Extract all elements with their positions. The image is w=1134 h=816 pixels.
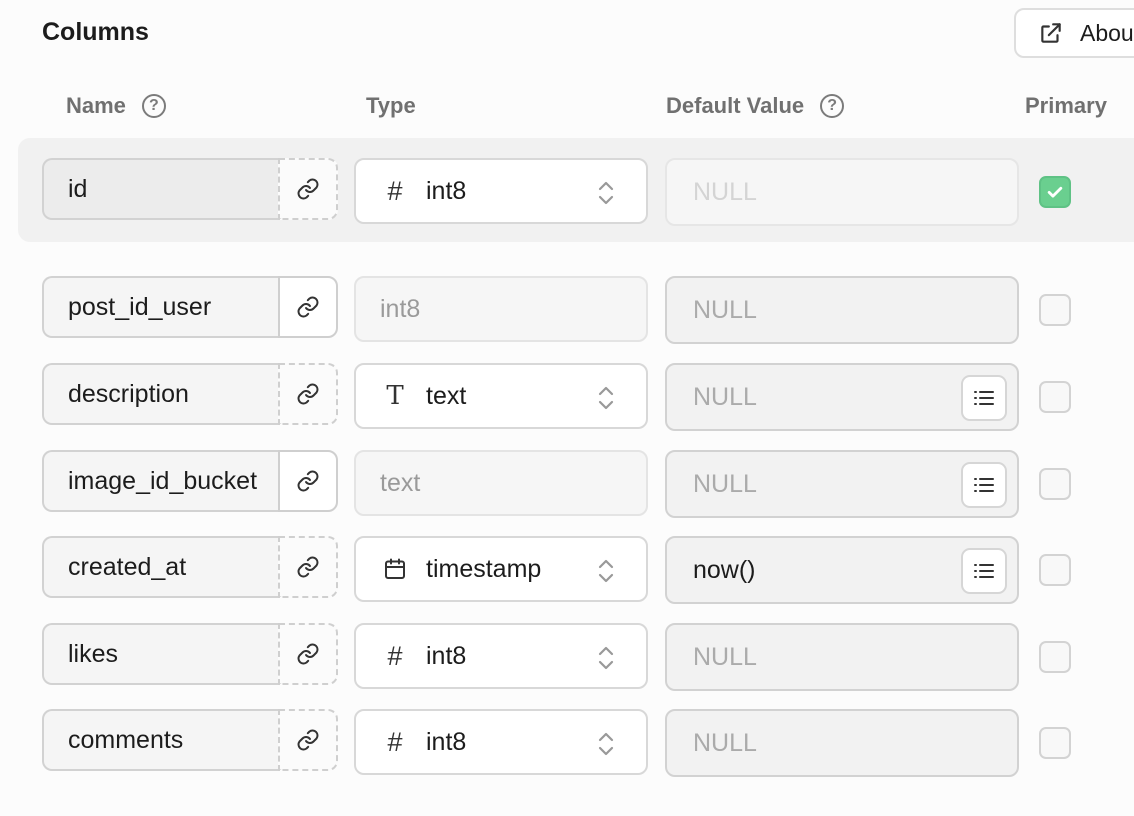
link-icon bbox=[297, 556, 319, 578]
foreign-key-button[interactable] bbox=[278, 623, 338, 685]
foreign-key-button[interactable] bbox=[278, 709, 338, 771]
column-type-select: int8 bbox=[354, 276, 648, 342]
column-row: comments # int8 NULL bbox=[0, 709, 1134, 777]
column-name-input[interactable]: description bbox=[42, 363, 278, 425]
column-type-select[interactable]: # int8 bbox=[354, 158, 648, 224]
external-link-icon bbox=[1041, 23, 1061, 43]
column-type-label: int8 bbox=[380, 294, 421, 323]
default-value-input[interactable]: NULL bbox=[665, 276, 1019, 344]
header-name: Name ? bbox=[66, 93, 166, 119]
header-default-value: Default Value ? bbox=[666, 93, 845, 119]
chevron-up-down-icon bbox=[598, 559, 614, 583]
section-title: Columns bbox=[42, 18, 149, 46]
link-icon bbox=[297, 178, 319, 200]
chevron-up-down-icon bbox=[598, 646, 614, 670]
calendar-icon bbox=[382, 556, 408, 582]
default-value-input[interactable]: NULL bbox=[665, 158, 1019, 226]
link-icon bbox=[297, 383, 319, 405]
default-value-text: NULL bbox=[693, 382, 757, 411]
foreign-key-button[interactable] bbox=[278, 450, 338, 512]
text-type-icon: T bbox=[386, 381, 404, 411]
suggestions-button[interactable] bbox=[961, 462, 1007, 508]
link-icon bbox=[297, 296, 319, 318]
default-value-text: NULL bbox=[693, 469, 757, 498]
default-value-input[interactable]: NULL bbox=[665, 363, 1019, 431]
check-icon bbox=[1047, 186, 1063, 198]
primary-key-checkbox[interactable] bbox=[1039, 381, 1071, 413]
primary-key-checkbox[interactable] bbox=[1039, 641, 1071, 673]
help-icon[interactable]: ? bbox=[820, 94, 845, 118]
about-label: About bbox=[1080, 19, 1134, 46]
column-type-select[interactable]: timestamp bbox=[354, 536, 648, 602]
primary-key-checkbox[interactable] bbox=[1039, 554, 1071, 586]
column-row: id # int8 NULL bbox=[0, 158, 1134, 226]
chevron-up-down-icon bbox=[598, 732, 614, 756]
list-icon bbox=[974, 564, 994, 578]
link-icon bbox=[297, 729, 319, 751]
list-icon bbox=[974, 391, 994, 405]
column-type-select[interactable]: T text bbox=[354, 363, 648, 429]
primary-key-checkbox[interactable] bbox=[1039, 468, 1071, 500]
column-name-input[interactable]: id bbox=[42, 158, 278, 220]
column-name-input[interactable]: comments bbox=[42, 709, 278, 771]
header-type: Type bbox=[366, 93, 416, 118]
primary-key-checkbox[interactable] bbox=[1039, 294, 1071, 326]
link-icon bbox=[297, 643, 319, 665]
default-value-text: now() bbox=[693, 555, 756, 584]
about-button[interactable]: About bbox=[1014, 8, 1134, 58]
column-row: likes # int8 NULL bbox=[0, 623, 1134, 691]
link-icon bbox=[297, 470, 319, 492]
column-row: image_id_bucket text NULL bbox=[0, 450, 1134, 518]
default-value-input[interactable]: now() bbox=[665, 536, 1019, 604]
list-icon bbox=[974, 478, 994, 492]
primary-key-checkbox[interactable] bbox=[1039, 176, 1071, 208]
column-name-input[interactable]: likes bbox=[42, 623, 278, 685]
column-name-input[interactable]: image_id_bucket bbox=[42, 450, 278, 512]
primary-key-checkbox[interactable] bbox=[1039, 727, 1071, 759]
number-type-icon: # bbox=[387, 726, 403, 757]
column-type-label: text bbox=[380, 468, 421, 497]
suggestions-button[interactable] bbox=[961, 548, 1007, 594]
number-type-icon: # bbox=[387, 175, 403, 206]
foreign-key-button[interactable] bbox=[278, 276, 338, 338]
chevron-up-down-icon bbox=[598, 181, 614, 205]
column-type-select[interactable]: # int8 bbox=[354, 709, 648, 775]
foreign-key-button[interactable] bbox=[278, 536, 338, 598]
help-icon[interactable]: ? bbox=[141, 94, 166, 118]
default-value-input[interactable]: NULL bbox=[665, 623, 1019, 691]
column-row: created_at timestamp now() bbox=[0, 536, 1134, 604]
column-name-input[interactable]: created_at bbox=[42, 536, 278, 598]
column-type-select[interactable]: # int8 bbox=[354, 623, 648, 689]
column-name-input[interactable]: post_id_user bbox=[42, 276, 278, 338]
chevron-up-down-icon bbox=[598, 386, 614, 410]
column-type-select: text bbox=[354, 450, 648, 516]
column-row: description T text NULL bbox=[0, 363, 1134, 431]
default-value-input[interactable]: NULL bbox=[665, 709, 1019, 777]
foreign-key-button[interactable] bbox=[278, 363, 338, 425]
foreign-key-button[interactable] bbox=[278, 158, 338, 220]
header-primary: Primary bbox=[1025, 93, 1107, 118]
number-type-icon: # bbox=[387, 640, 403, 671]
default-value-input[interactable]: NULL bbox=[665, 450, 1019, 518]
column-row: post_id_user int8 NULL bbox=[0, 276, 1134, 344]
suggestions-button[interactable] bbox=[961, 375, 1007, 421]
